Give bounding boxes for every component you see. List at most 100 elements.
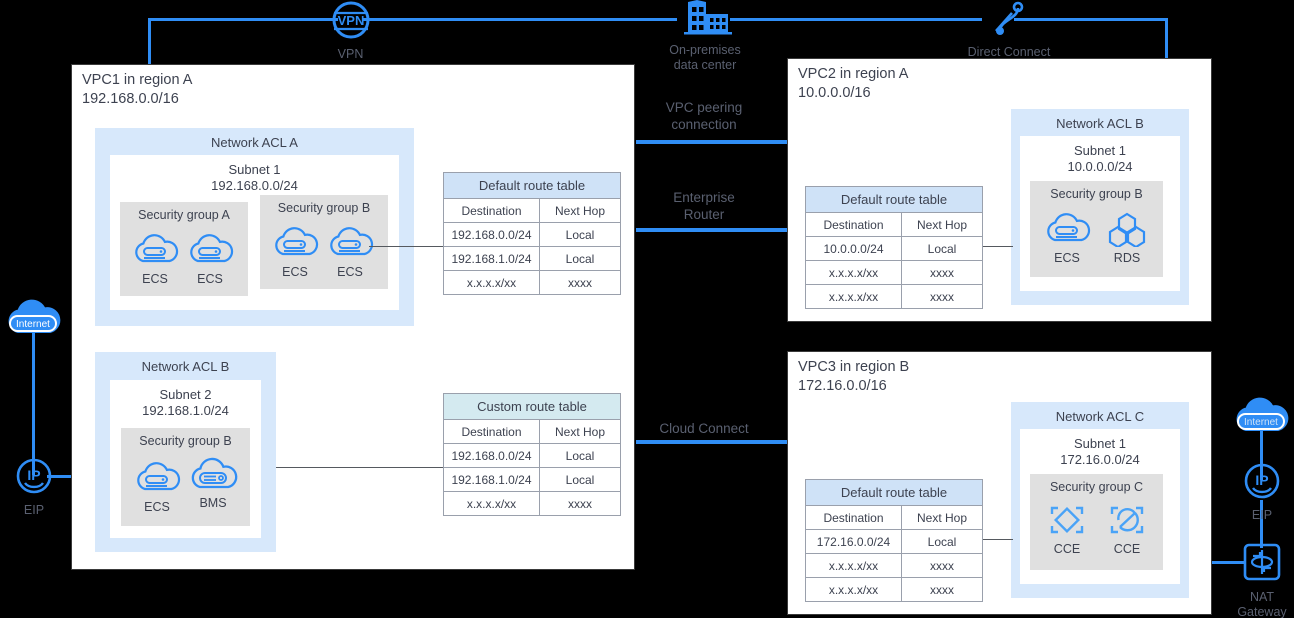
route-table-title: Default route table <box>805 479 983 506</box>
subnet-1-vpc3-cidr: 172.16.0.0/24 <box>1060 452 1140 467</box>
node-direct-connect[interactable]: Direct Connect <box>950 0 1068 60</box>
wire-subnet1-to-default-rt <box>369 246 445 247</box>
resource-ecs[interactable]: ECS <box>183 230 237 286</box>
resource-caption: ECS <box>197 272 223 286</box>
acl-a-container[interactable]: Network ACL A Subnet 1 192.168.0.0/24 Se… <box>95 128 414 326</box>
acl-b-vpc2-container[interactable]: Network ACL B Subnet 1 10.0.0.0/24 Secur… <box>1011 109 1189 305</box>
ecs-cloud-icon <box>268 223 322 263</box>
vpc2-title-line2: 10.0.0.0/16 <box>798 85 871 101</box>
cce-icon <box>1100 500 1154 540</box>
svg-text:Internet: Internet <box>16 319 50 330</box>
subnet-1-vpc2[interactable]: Subnet 1 10.0.0.0/24 Security group B EC… <box>1020 136 1180 291</box>
rds-hexagon-icon <box>1100 209 1154 249</box>
security-group-b-subnet1[interactable]: Security group B ECS ECS <box>260 195 388 289</box>
vpn-icon: VPN <box>329 1 373 44</box>
eip-left-label: EIP <box>23 503 45 517</box>
resource-cce[interactable]: CCE <box>1100 500 1154 556</box>
resource-caption: ECS <box>1054 251 1080 265</box>
route-nexthop: Local <box>539 246 621 271</box>
route-destination: 192.168.1.0/24 <box>443 467 540 492</box>
resource-caption: ECS <box>144 500 170 514</box>
security-group-b-subnet2[interactable]: Security group B ECS BMS <box>121 428 250 526</box>
route-destination: x.x.x.x/xx <box>805 260 902 285</box>
subnet-2-vpc1[interactable]: Subnet 2 192.168.1.0/24 Security group B <box>110 380 261 538</box>
table-row: 10.0.0.0/24 Local <box>805 236 983 261</box>
node-eip-right[interactable]: IP EIP <box>1238 461 1286 523</box>
ecs-cloud-icon <box>1040 209 1094 249</box>
node-vpn[interactable]: VPN VPN <box>313 0 388 62</box>
route-table-col-nexthop: Next Hop <box>539 419 621 444</box>
subnet-1-vpc3[interactable]: Subnet 1 172.16.0.0/24 Security group C … <box>1020 429 1180 584</box>
subnet-1-vpc2-title: Subnet 1 10.0.0.0/24 <box>1020 143 1180 175</box>
cloud-internet-icon: Internet <box>2 299 66 342</box>
svg-text:IP: IP <box>27 467 40 483</box>
svg-text:VPN: VPN <box>337 13 364 28</box>
route-destination: x.x.x.x/xx <box>443 270 540 295</box>
vpc3-title: VPC3 in region B 172.16.0.0/16 <box>798 358 909 396</box>
table-row: 192.168.1.0/24 Local <box>443 246 621 271</box>
cce-icon <box>1040 500 1094 540</box>
corridor-label-enterprise-router: Enterprise Router <box>628 189 780 223</box>
route-nexthop: Local <box>901 529 983 554</box>
resource-caption: ECS <box>142 272 168 286</box>
direct-connect-icon <box>982 1 1036 42</box>
security-group-b-subnet2-title: Security group B <box>139 434 232 448</box>
enterprise-router-line1: Enterprise <box>673 190 735 205</box>
wire-vpc-peering-link <box>636 140 788 144</box>
resource-ecs[interactable]: ECS <box>268 223 322 279</box>
resource-caption: BMS <box>199 496 227 510</box>
svg-text:Internet: Internet <box>1244 417 1278 428</box>
node-internet-left[interactable]: Internet <box>2 296 66 343</box>
route-table-vpc1-custom[interactable]: Custom route table Destination Next Hop … <box>443 393 621 516</box>
node-internet-right[interactable]: Internet <box>1230 394 1294 441</box>
table-row: x.x.x.x/xx xxxx <box>805 260 983 285</box>
svg-text:IP: IP <box>1255 472 1268 488</box>
resource-bms[interactable]: BMS <box>186 454 240 510</box>
security-group-c-title: Security group C <box>1049 480 1144 494</box>
subnet-1-vpc3-name: Subnet 1 <box>1073 436 1127 451</box>
security-group-b-vpc2[interactable]: Security group B ECS RDS <box>1030 181 1163 277</box>
route-nexthop: Local <box>539 467 621 492</box>
on-premises-label-line1: On-premises <box>669 43 741 57</box>
route-destination: 192.168.0.0/24 <box>443 222 540 247</box>
table-row: x.x.x.x/xx xxxx <box>805 284 983 309</box>
resource-ecs[interactable]: ECS <box>128 230 182 286</box>
subnet-1-vpc1[interactable]: Subnet 1 192.168.0.0/24 Security group A <box>110 155 399 310</box>
acl-b-container[interactable]: Network ACL B Subnet 2 192.168.1.0/24 Se… <box>95 352 276 552</box>
diagram-canvas: VPN VPN On-premises data center Direct C… <box>0 0 1294 618</box>
node-eip-left[interactable]: IP EIP <box>10 456 58 518</box>
route-table-col-destination: Destination <box>805 505 902 530</box>
eip-right-label: EIP <box>1251 508 1273 522</box>
node-nat-gateway[interactable]: NAT Gateway <box>1228 541 1294 618</box>
acl-a-title: Network ACL A <box>211 135 298 150</box>
route-table-vpc2-default[interactable]: Default route table Destination Next Hop… <box>805 186 983 309</box>
resource-cce[interactable]: CCE <box>1040 500 1094 556</box>
resource-caption: CCE <box>1113 542 1141 556</box>
resource-rds[interactable]: RDS <box>1100 209 1154 265</box>
resource-ecs[interactable]: ECS <box>323 223 377 279</box>
bms-cloud-icon <box>186 454 240 494</box>
ip-circle-icon: IP <box>1242 463 1282 505</box>
node-on-premises-data-center[interactable]: On-premises data center <box>655 0 755 73</box>
wire-vpn-to-datacenter <box>363 18 677 21</box>
wire-top-right-riser <box>1165 18 1168 60</box>
route-table-vpc1-default[interactable]: Default route table Destination Next Hop… <box>443 172 621 295</box>
route-table-vpc3-default[interactable]: Default route table Destination Next Hop… <box>805 479 983 602</box>
vpc-peering-line2: connection <box>671 117 737 132</box>
table-row: 192.168.0.0/24 Local <box>443 443 621 468</box>
subnet-1-vpc2-cidr: 10.0.0.0/24 <box>1067 159 1133 174</box>
route-nexthop: xxxx <box>901 260 983 285</box>
security-group-a[interactable]: Security group A ECS ECS <box>120 202 248 296</box>
acl-c-container[interactable]: Network ACL C Subnet 1 172.16.0.0/24 Sec… <box>1011 402 1189 598</box>
wire-vpc3-rt-to-subnet <box>978 539 1013 540</box>
acl-c-title: Network ACL C <box>1055 409 1145 424</box>
security-group-b-vpc2-title: Security group B <box>1050 187 1143 201</box>
resource-ecs[interactable]: ECS <box>130 458 184 514</box>
security-group-c[interactable]: Security group C CCE CCE <box>1030 474 1163 570</box>
subnet-1-vpc1-name: Subnet 1 <box>228 162 281 177</box>
wire-internet-left-to-eip <box>32 325 35 475</box>
resource-ecs[interactable]: ECS <box>1040 209 1094 265</box>
resource-caption: ECS <box>282 265 308 279</box>
table-row: x.x.x.x/xx xxxx <box>805 553 983 578</box>
route-nexthop: xxxx <box>901 577 983 602</box>
